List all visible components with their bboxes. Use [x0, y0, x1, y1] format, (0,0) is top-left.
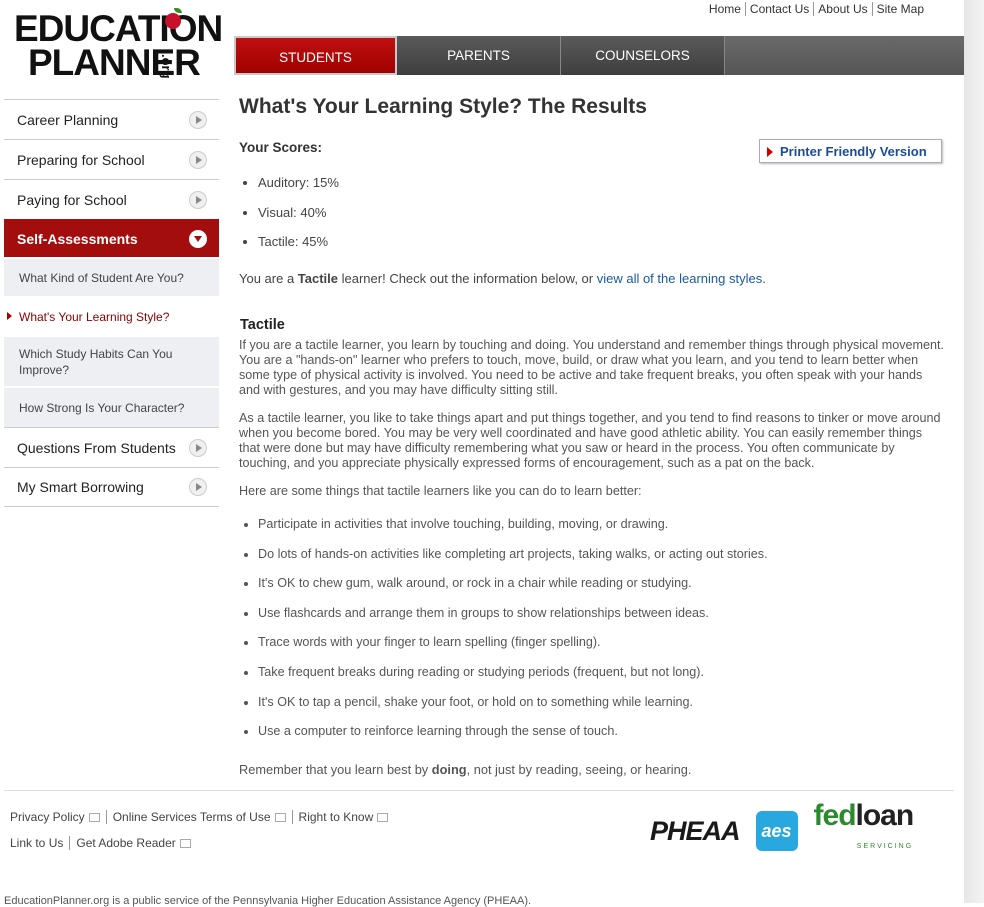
site-logo[interactable]: EDUCATION PLANNER .org: [14, 8, 223, 83]
home-link[interactable]: Home: [705, 2, 745, 16]
list-item: It's OK to tap a pencil, shake your foot…: [258, 695, 768, 725]
main-content: What's Your Learning Style? The Results …: [239, 95, 944, 777]
footer-divider: [4, 790, 954, 791]
aes-logo[interactable]: aes: [755, 811, 798, 851]
page-shadow: [964, 0, 984, 903]
score-auditory: Auditory: 15%: [258, 175, 339, 205]
logo-line2: PLANNER: [28, 42, 201, 83]
adobe-reader-link[interactable]: Get Adobe Reader: [69, 836, 197, 850]
paragraph-1: If you are a tactile learner, you learn …: [239, 338, 944, 397]
sidebar-item-my-smart-borrowing[interactable]: My Smart Borrowing: [4, 467, 219, 507]
link-label: Right to Know: [298, 810, 374, 824]
scores-label: Your Scores:: [239, 140, 323, 155]
pheaa-logo[interactable]: PHEAA: [650, 816, 741, 847]
footer-disclaimer: EducationPlanner.org is a public service…: [4, 895, 532, 907]
printer-friendly-button[interactable]: Printer Friendly Version: [759, 139, 942, 163]
fedloan-fed: fed: [813, 798, 857, 832]
chevron-right-icon: [189, 190, 207, 209]
tips-list: Participate in activities that involve t…: [239, 517, 768, 754]
result-style: Tactile: [297, 271, 339, 286]
sidebar-item-label: Questions From Students: [17, 439, 176, 456]
chevron-right-icon: [189, 478, 207, 496]
external-link-icon: [274, 813, 286, 823]
remember-bold: doing: [431, 762, 467, 777]
sidebar-item-preparing-for-school[interactable]: Preparing for School: [4, 139, 219, 179]
list-item: Use flashcards and arrange them in group…: [258, 606, 768, 636]
sidebar-subitem-learning-style[interactable]: What's Your Learning Style?: [4, 296, 219, 335]
external-link-icon: [179, 839, 191, 849]
link-to-us-link[interactable]: Link to Us: [10, 836, 69, 850]
list-item: Participate in activities that involve t…: [258, 517, 768, 547]
sidebar-subitem-student-type[interactable]: What Kind of Student Are You?: [4, 257, 219, 296]
chevron-right-icon: [189, 150, 207, 169]
tab-bar-filler: [725, 36, 964, 75]
apple-icon: [165, 13, 181, 29]
list-item: It's OK to chew gum, walk around, or roc…: [258, 576, 768, 606]
external-link-icon: [377, 813, 389, 823]
sidebar-item-career-planning[interactable]: Career Planning: [4, 99, 219, 139]
link-label: Get Adobe Reader: [76, 836, 176, 850]
top-links: Home Contact Us About Us Site Map: [705, 2, 928, 16]
link-label: Link to Us: [10, 836, 64, 850]
footer-links-row2: Link to Us Get Adobe Reader: [10, 836, 197, 850]
sidebar-item-questions-from-students[interactable]: Questions From Students: [4, 427, 219, 467]
sidebar-item-label: My Smart Borrowing: [17, 479, 144, 495]
view-all-styles-link[interactable]: view all of the learning styles: [597, 271, 762, 286]
external-link-icon: [88, 813, 100, 823]
sidebar-item-self-assessments[interactable]: Self-Assessments: [4, 219, 219, 257]
contact-us-link[interactable]: Contact Us: [744, 2, 814, 16]
logo-org: .org: [159, 54, 174, 79]
fedloan-servicing: SERVICING: [856, 842, 914, 850]
tab-students[interactable]: STUDENTS: [234, 36, 397, 75]
chevron-down-icon: [189, 229, 207, 248]
fedloan-logo[interactable]: fedloan SERVICING: [814, 800, 915, 860]
about-us-link[interactable]: About Us: [813, 2, 872, 16]
closing-statement: Remember that you learn best by doing, n…: [239, 762, 691, 777]
result-middle: learner! Check out the information below…: [338, 271, 597, 286]
site-map-link[interactable]: Site Map: [871, 2, 928, 16]
paragraph-3: Here are some things that tactile learne…: [239, 484, 642, 498]
sidebar-item-label: Paying for School: [17, 191, 127, 208]
sidebar-subitem-study-habits[interactable]: Which Study Habits Can You Improve?: [4, 335, 219, 386]
page-title: What's Your Learning Style? The Results: [239, 95, 647, 118]
list-item: Use a computer to reinforce learning thr…: [258, 724, 768, 754]
link-label: Privacy Policy: [10, 810, 85, 824]
remember-suffix: , not just by reading, seeing, or hearin…: [466, 762, 692, 777]
list-item: Trace words with your finger to learn sp…: [258, 635, 768, 665]
partner-logos: PHEAA aes fedloan SERVICING: [650, 800, 914, 854]
link-label: Online Services Terms of Use: [112, 810, 271, 824]
sidebar-item-label: Preparing for School: [17, 151, 145, 168]
sidebar-item-paying-for-school[interactable]: Paying for School: [4, 179, 219, 219]
section-heading: Tactile: [240, 317, 285, 333]
score-visual: Visual: 40%: [258, 205, 339, 235]
remember-prefix: Remember that you learn best by: [239, 762, 432, 777]
chevron-right-icon: [189, 110, 207, 129]
terms-of-use-link[interactable]: Online Services Terms of Use: [105, 810, 292, 824]
right-to-know-link[interactable]: Right to Know: [291, 810, 395, 824]
footer-links-row1: Privacy Policy Online Services Terms of U…: [10, 810, 395, 824]
scores-list: Auditory: 15% Visual: 40% Tactile: 45%: [239, 175, 339, 264]
main-tabs: STUDENTS PARENTS COUNSELORS: [234, 36, 964, 75]
sidebar-item-label: Career Planning: [17, 111, 119, 128]
page: EDUCATION PLANNER .org Home Contact Us Abo…: [0, 0, 964, 907]
sidebar-item-label: Self-Assessments: [17, 230, 138, 247]
result-prefix: You are a: [239, 271, 298, 286]
list-item: Do lots of hands-on activities like comp…: [258, 547, 768, 577]
result-suffix: .: [762, 271, 766, 286]
tab-counselors[interactable]: COUNSELORS: [561, 36, 725, 75]
chevron-right-icon: [189, 438, 207, 457]
paragraph-2: As a tactile learner, you like to take t…: [239, 411, 941, 470]
tab-parents[interactable]: PARENTS: [397, 36, 561, 75]
sidebar-subitem-character[interactable]: How Strong Is Your Character?: [4, 386, 219, 427]
result-statement: You are a Tactile learner! Check out the…: [239, 271, 766, 286]
list-item: Take frequent breaks during reading or s…: [258, 665, 768, 695]
fedloan-loan: loan: [855, 798, 915, 832]
privacy-policy-link[interactable]: Privacy Policy: [10, 810, 106, 824]
sidebar: Career Planning Preparing for School Pay…: [4, 99, 219, 507]
score-tactile: Tactile: 45%: [258, 234, 339, 264]
